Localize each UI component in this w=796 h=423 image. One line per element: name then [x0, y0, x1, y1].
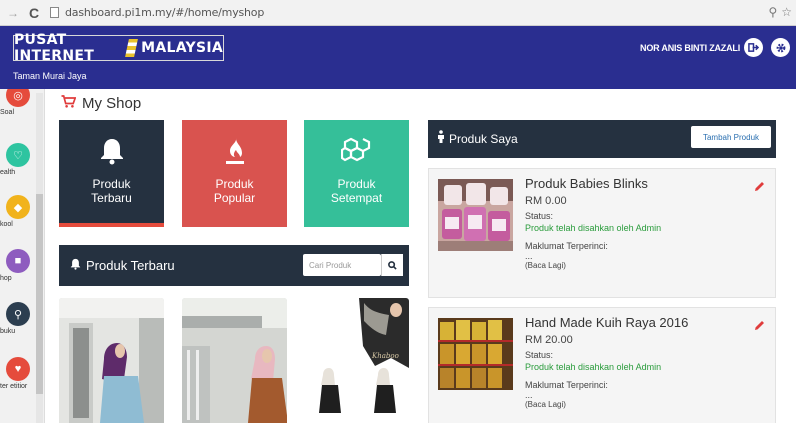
edit-button[interactable]	[754, 179, 765, 197]
sidebar-item-label: ter etitior	[0, 383, 28, 390]
product-card[interactable]: Hand Made Kuih Raya 2016 RM 20.00 Status…	[428, 307, 776, 423]
produk-terbaru-header: Produk Terbaru Cari Produk	[59, 245, 409, 286]
tile-label-line1: Produk	[337, 177, 376, 191]
tile-label-line2: Terbaru	[91, 191, 132, 205]
product-thumbnail[interactable]	[438, 179, 513, 251]
extension-icon[interactable]: ⚲	[768, 5, 777, 19]
page-icon	[50, 7, 59, 18]
produk-saya-header: Produk Saya Tambah Produk	[428, 120, 776, 158]
forward-icon[interactable]: →	[6, 6, 20, 20]
pencil-icon	[755, 182, 764, 191]
target-icon: ◎	[6, 89, 30, 107]
details-label: Maklumat Terperinci:	[525, 241, 608, 251]
search-icon	[388, 260, 397, 270]
sidebar-item-label: buku	[0, 328, 16, 335]
tile-label-line2: Setempat	[330, 191, 383, 205]
tile-label-line2: Popular	[213, 191, 256, 205]
fire-icon	[222, 134, 248, 168]
browser-toolbar: → C dashboard.pi1m.my/#/home/myshop ⚲ ☆	[0, 0, 796, 26]
tile-produk-setempat[interactable]: Produk Setempat	[304, 120, 409, 227]
gear-icon	[776, 43, 785, 52]
produk-terbaru-title: Produk Terbaru	[86, 258, 175, 273]
bell-icon	[99, 134, 125, 168]
tile-label-line1: Produk	[92, 177, 131, 191]
address-bar[interactable]: dashboard.pi1m.my/#/home/myshop	[65, 6, 264, 19]
status-value: Produk telah disahkan oleh Admin	[525, 362, 662, 372]
flag-icon	[124, 39, 139, 57]
svg-text:Khaboo: Khaboo	[371, 352, 399, 360]
app-header: PUSAT INTERNET MALAYSIA Taman Murai Jaya…	[0, 26, 796, 89]
page-title-text: My Shop	[82, 95, 142, 112]
product-name[interactable]: Hand Made Kuih Raya 2016	[525, 315, 765, 330]
sidebar-item-label: ealth	[0, 169, 16, 176]
product-image[interactable]: Khaboo	[304, 298, 409, 423]
sidebar-item-label: hop	[0, 275, 12, 282]
pencil-icon	[755, 321, 764, 330]
bookmark-star-icon[interactable]: ☆	[781, 5, 792, 19]
product-image[interactable]	[182, 298, 287, 423]
details-label: Maklumat Terperinci:	[525, 380, 608, 390]
shop-icon: ■	[6, 249, 30, 273]
school-icon: ◆	[6, 195, 30, 219]
logout-icon	[748, 43, 759, 52]
product-card[interactable]: Produk Babies Blinks RM 0.00 Status: Pro…	[428, 168, 776, 298]
search-placeholder: Cari Produk	[309, 260, 352, 270]
site-logo[interactable]: PUSAT INTERNET MALAYSIA	[13, 32, 224, 64]
logo-text-right: MALAYSIA	[141, 40, 223, 56]
tile-produk-popular[interactable]: Produk Popular	[182, 120, 287, 227]
left-sidebar: ◎ Soal ♡ ealth ◆ kool ■ hop ⚲ buku ♥ ter…	[0, 89, 45, 423]
sidebar-item-skool[interactable]: ◆ kool	[0, 195, 36, 228]
settings-button[interactable]	[771, 38, 790, 57]
sidebar-item-label: Soal	[0, 109, 15, 116]
search-button[interactable]	[381, 254, 403, 276]
sidebar-item-label: kool	[0, 221, 13, 228]
tile-label-line1: Produk	[215, 177, 254, 191]
sidebar-item-buku[interactable]: ⚲ buku	[0, 302, 36, 335]
page-title: My Shop	[61, 95, 141, 112]
search-input[interactable]: Cari Produk	[303, 254, 381, 276]
book-icon: ⚲	[6, 302, 30, 326]
details-text: ...	[525, 251, 533, 261]
product-price: RM 20.00	[525, 334, 573, 346]
product-thumbnail[interactable]	[438, 318, 513, 390]
status-label: Status:	[525, 211, 554, 221]
sidebar-item-soal[interactable]: ◎ Soal	[0, 89, 36, 116]
cubes-icon	[340, 134, 373, 168]
heart-icon: ♥	[6, 357, 30, 381]
status-label: Status:	[525, 350, 554, 360]
bell-icon	[70, 257, 81, 275]
edit-button[interactable]	[754, 318, 765, 336]
product-name[interactable]: Produk Babies Blinks	[525, 176, 765, 191]
logout-button[interactable]	[744, 38, 763, 57]
sidebar-scrollbar-thumb[interactable]	[36, 194, 43, 394]
read-more-link[interactable]: (Baca Lagi)	[525, 400, 765, 409]
heart-icon: ♡	[6, 143, 30, 167]
reload-icon[interactable]: C	[26, 5, 42, 21]
user-name[interactable]: NOR ANIS BINTI ZAZALI	[640, 43, 740, 53]
produk-saya-title: Produk Saya	[449, 132, 518, 146]
tile-produk-terbaru[interactable]: Produk Terbaru	[59, 120, 164, 227]
details-text: ...	[525, 390, 533, 400]
product-price: RM 0.00	[525, 195, 567, 207]
sidebar-item-petitior[interactable]: ♥ ter etitior	[0, 357, 36, 391]
add-product-button[interactable]: Tambah Produk	[691, 126, 771, 148]
logo-text-left: PUSAT INTERNET	[14, 32, 95, 64]
location-label: Taman Murai Jaya	[13, 71, 87, 81]
person-icon	[437, 130, 445, 148]
status-value: Produk telah disahkan oleh Admin	[525, 223, 662, 233]
read-more-link[interactable]: (Baca Lagi)	[525, 261, 765, 270]
cart-icon	[61, 95, 77, 112]
sidebar-item-shop[interactable]: ■ hop	[0, 249, 36, 282]
sidebar-item-health[interactable]: ♡ ealth	[0, 143, 36, 176]
product-image[interactable]	[59, 298, 164, 423]
